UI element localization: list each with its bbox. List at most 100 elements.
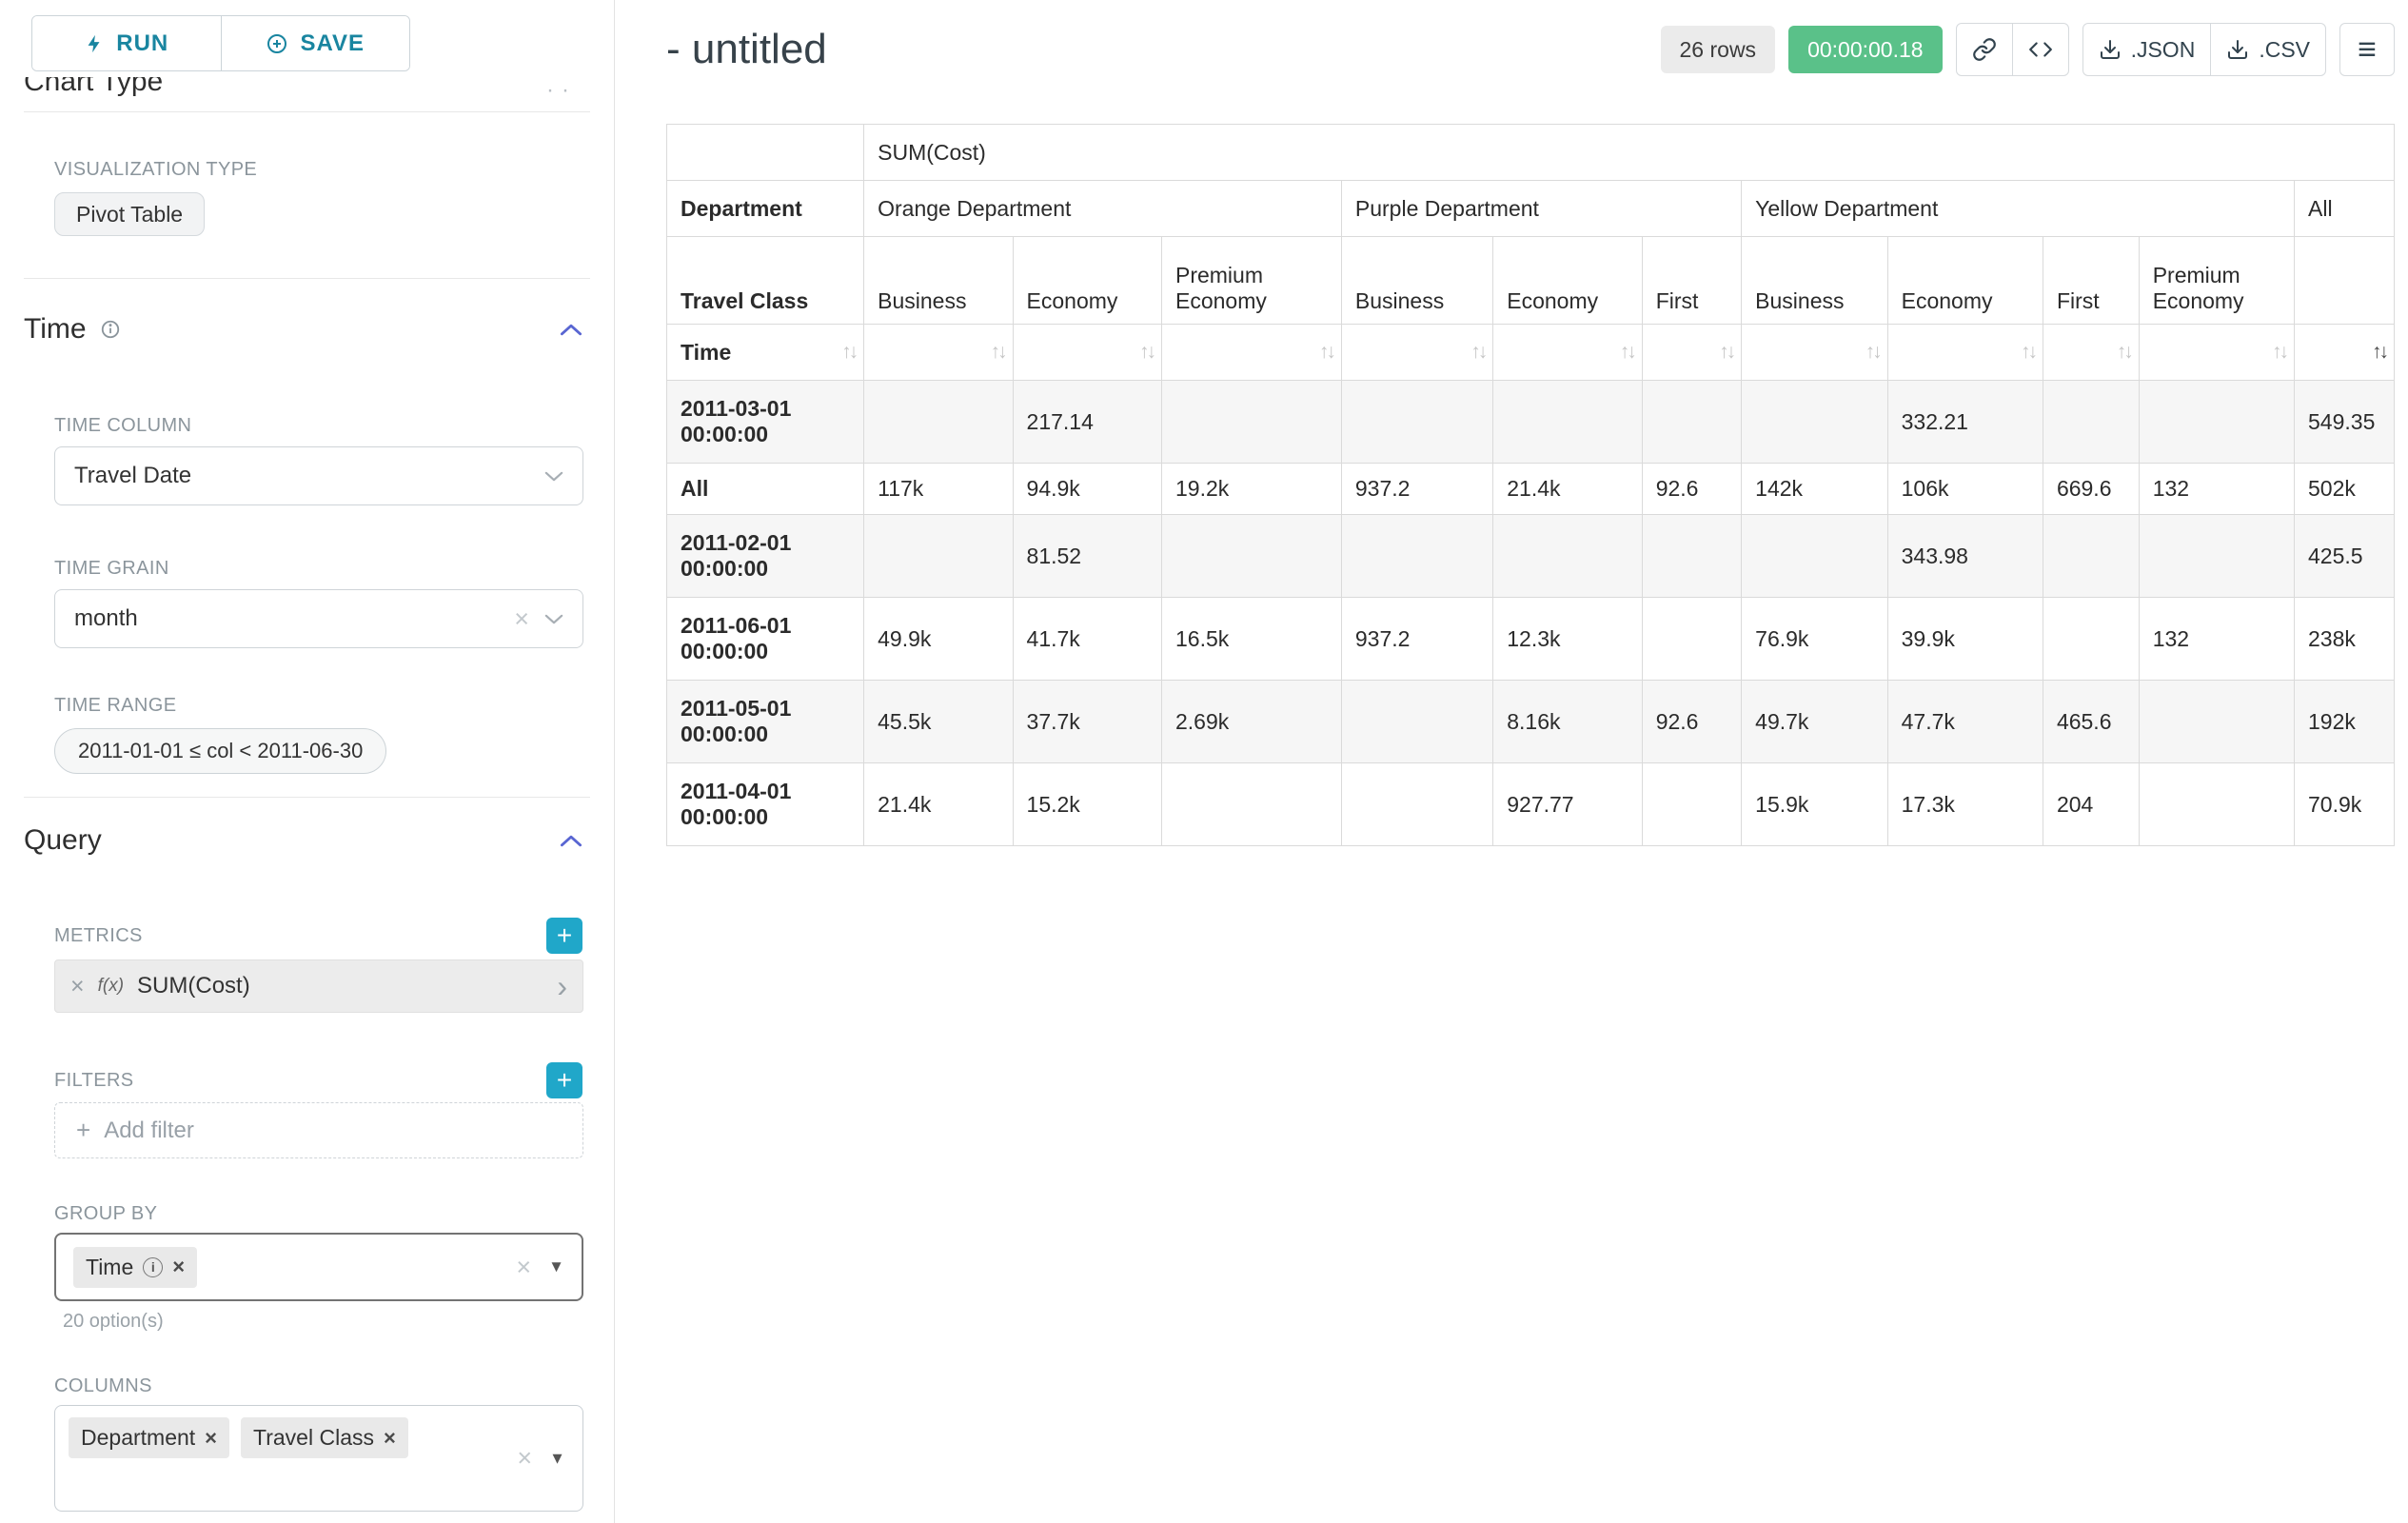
pivot-sort-header[interactable]: ↑↓ xyxy=(864,325,1013,381)
time-grain-value: month xyxy=(74,605,138,632)
group-by-select[interactable]: Time i × × ▼ xyxy=(54,1233,583,1301)
time-column-value: Travel Date xyxy=(74,463,191,489)
sort-icon[interactable]: ↑↓ xyxy=(2272,341,2286,364)
divider xyxy=(24,111,590,112)
remove-chip-icon[interactable]: × xyxy=(172,1255,185,1279)
export-json-button[interactable]: .JSON xyxy=(2082,23,2212,76)
pivot-col-group-header: Orange Department xyxy=(864,181,1342,237)
chart-toolbar: 26 rows 00:00:00.18 .JSON xyxy=(1661,23,2395,76)
remove-chip-icon[interactable]: × xyxy=(384,1426,396,1451)
remove-metric-icon[interactable]: × xyxy=(70,973,85,1000)
pivot-cell xyxy=(1161,763,1341,846)
pivot-sort-header[interactable]: ↑↓ xyxy=(1742,325,1887,381)
pivot-sort-header[interactable]: ↑↓ xyxy=(1161,325,1341,381)
sort-icon[interactable]: ↑↓ xyxy=(1470,341,1485,364)
pivot-cell: 502k xyxy=(2295,464,2395,515)
pivot-cell: 19.2k xyxy=(1161,464,1341,515)
pivot-row-label: 2011-05-01 00:00:00 xyxy=(667,681,864,763)
run-button[interactable]: RUN xyxy=(32,16,221,70)
sort-icon[interactable]: ↑↓ xyxy=(841,341,856,364)
pivot-col-header: First xyxy=(2043,237,2139,325)
more-options-button[interactable]: ≡ xyxy=(2339,23,2395,76)
sort-icon[interactable]: ↑↓ xyxy=(2021,341,2035,364)
chevron-up-icon[interactable] xyxy=(560,323,582,337)
info-icon[interactable]: i xyxy=(143,1257,163,1277)
pivot-sort-header[interactable]: ↑↓ xyxy=(2139,325,2294,381)
view-query-button[interactable] xyxy=(2012,23,2069,76)
chart-title[interactable]: - untitled xyxy=(666,26,827,73)
pivot-sort-header[interactable]: Time↑↓ xyxy=(667,325,864,381)
pivot-cell: 76.9k xyxy=(1742,598,1887,681)
sort-icon[interactable]: ↑↓ xyxy=(1319,341,1333,364)
chevron-down-icon xyxy=(544,613,563,625)
remove-chip-icon[interactable]: × xyxy=(205,1426,217,1451)
add-filter-dropzone[interactable]: + Add filter xyxy=(54,1102,583,1158)
columns-chip-travel-class[interactable]: Travel Class × xyxy=(241,1417,408,1458)
pivot-cell xyxy=(1341,763,1492,846)
copy-link-button[interactable] xyxy=(1956,23,2013,76)
save-button[interactable]: SAVE xyxy=(221,16,410,70)
pivot-cell xyxy=(2043,381,2139,464)
pivot-sort-header[interactable]: ↑↓ xyxy=(1642,325,1741,381)
sort-icon[interactable]: ↑↓ xyxy=(2372,341,2386,364)
columns-select[interactable]: Department × Travel Class × × ▼ xyxy=(54,1405,583,1512)
chart-header: - untitled 26 rows 00:00:00.18 .JSON xyxy=(666,23,2395,76)
plus-icon: + xyxy=(557,1067,572,1094)
code-icon xyxy=(2028,37,2053,62)
pivot-cell: 21.4k xyxy=(864,763,1013,846)
pivot-sort-header[interactable]: ↑↓ xyxy=(2043,325,2139,381)
clear-icon[interactable]: × xyxy=(516,1255,531,1280)
control-panel: RUN SAVE Chart Type ·· VISUALIZATION TYP… xyxy=(0,0,615,1523)
pivot-cell: 117k xyxy=(864,464,1013,515)
filters-header: FILTERS + xyxy=(54,1062,582,1098)
divider xyxy=(24,797,590,798)
pivot-sort-header[interactable]: ↑↓ xyxy=(1013,325,1161,381)
time-range-pill[interactable]: 2011-01-01 ≤ col < 2011-06-30 xyxy=(54,728,386,774)
pivot-sort-header[interactable]: ↑↓ xyxy=(2295,325,2395,381)
pivot-col-header: Premium Economy xyxy=(1161,237,1341,325)
sort-icon[interactable]: ↑↓ xyxy=(1865,341,1880,364)
clear-icon[interactable]: × xyxy=(517,1446,532,1472)
pivot-col-header: Business xyxy=(1742,237,1887,325)
pivot-sort-header[interactable]: ↑↓ xyxy=(1493,325,1642,381)
chevron-up-icon[interactable] xyxy=(560,834,582,848)
chevron-right-icon[interactable]: › xyxy=(557,971,567,1001)
table-row: 2011-02-01 00:00:0081.52343.98425.5 xyxy=(667,515,2395,598)
clear-icon[interactable]: × xyxy=(514,606,529,632)
info-icon[interactable] xyxy=(100,319,121,340)
sort-icon[interactable]: ↑↓ xyxy=(991,341,1005,364)
sort-icon[interactable]: ↑↓ xyxy=(1139,341,1154,364)
pivot-row-label: 2011-06-01 00:00:00 xyxy=(667,598,864,681)
chevron-down-icon xyxy=(544,470,563,483)
pivot-sort-header[interactable]: ↑↓ xyxy=(1887,325,2043,381)
download-icon xyxy=(2099,38,2122,61)
pivot-cell xyxy=(1493,515,1642,598)
query-section-title: Query xyxy=(24,824,102,857)
columns-chip-department[interactable]: Department × xyxy=(69,1417,229,1458)
export-csv-button[interactable]: .CSV xyxy=(2210,23,2326,76)
plus-icon: + xyxy=(76,1116,90,1145)
sort-icon[interactable]: ↑↓ xyxy=(1719,341,1733,364)
metric-label: SUM(Cost) xyxy=(137,973,250,999)
pivot-col-header: Economy xyxy=(1493,237,1642,325)
run-save-button-group: RUN SAVE xyxy=(31,15,410,71)
sort-icon[interactable]: ↑↓ xyxy=(2117,341,2131,364)
lightning-icon xyxy=(84,31,105,56)
caret-down-icon[interactable]: ▼ xyxy=(548,1257,564,1276)
add-metric-button[interactable]: + xyxy=(546,918,582,954)
group-by-options-hint: 20 option(s) xyxy=(63,1311,614,1333)
time-grain-select[interactable]: month × xyxy=(54,589,583,648)
sort-icon[interactable]: ↑↓ xyxy=(1620,341,1634,364)
metric-item[interactable]: × f(x) SUM(Cost) › xyxy=(54,959,583,1013)
pivot-cell xyxy=(864,515,1013,598)
group-by-chip-time[interactable]: Time i × xyxy=(73,1247,197,1288)
pivot-cell: 669.6 xyxy=(2043,464,2139,515)
pivot-col-header: First xyxy=(1642,237,1741,325)
caret-down-icon[interactable]: ▼ xyxy=(549,1449,565,1468)
visualization-type-pill[interactable]: Pivot Table xyxy=(54,192,205,236)
add-filter-button[interactable]: + xyxy=(546,1062,582,1098)
time-column-select[interactable]: Travel Date xyxy=(54,446,583,505)
pivot-sort-header[interactable]: ↑↓ xyxy=(1341,325,1492,381)
plus-circle-icon xyxy=(266,32,288,55)
pivot-cell: 39.9k xyxy=(1887,598,2043,681)
